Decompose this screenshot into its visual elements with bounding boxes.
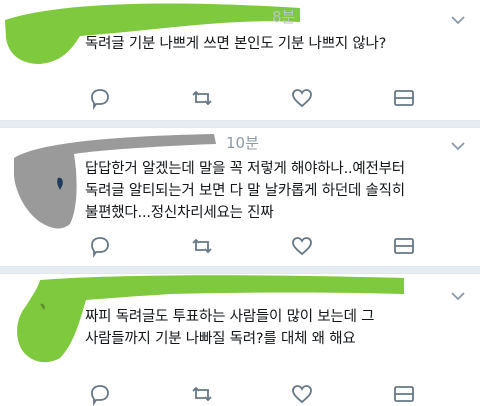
tweet-time: 8분 (272, 8, 296, 26)
message-icon[interactable] (392, 86, 416, 110)
like-icon[interactable] (290, 382, 314, 406)
chevron-down-icon[interactable] (450, 290, 466, 302)
retweet-icon[interactable] (190, 382, 214, 406)
tweet-1[interactable]: 8분 독려글 기분 나쁘게 쓰면 본인도 기분 나쁘지 않나? (0, 0, 480, 120)
message-icon[interactable] (392, 382, 416, 406)
tweet-2[interactable]: 10분 답답한거 알겠는데 말을 꼭 저렇게 해야하나..예전부터 독려글 알티… (0, 128, 480, 266)
reply-icon[interactable] (88, 382, 112, 406)
chevron-down-icon[interactable] (450, 140, 466, 152)
message-icon[interactable] (392, 234, 416, 258)
retweet-icon[interactable] (190, 86, 214, 110)
tweet-actions (0, 382, 480, 406)
tweet-text: 독려글 기분 나쁘게 쓰면 본인도 기분 나쁘지 않나? (85, 36, 387, 52)
tweet-time: 10분 (226, 134, 259, 152)
tweet-text: 답답한거 알겠는데 말을 꼭 저렇게 해야하나..예전부터 독려글 알티되는거 … (85, 161, 405, 221)
tweet-text: 짜피 독려글도 투표하는 사람들이 많이 보는데 그 사람들까지 기분 나빠질 … (85, 309, 375, 347)
like-icon[interactable] (290, 86, 314, 110)
chevron-down-icon[interactable] (450, 14, 466, 26)
divider (0, 266, 480, 274)
tweet-actions (0, 234, 480, 258)
like-icon[interactable] (290, 234, 314, 258)
retweet-icon[interactable] (190, 234, 214, 258)
reply-icon[interactable] (88, 234, 112, 258)
tweet-actions (0, 86, 480, 110)
reply-icon[interactable] (88, 86, 112, 110)
tweet-3[interactable]: 짜피 독려글도 투표하는 사람들이 많이 보는데 그 사람들까지 기분 나빠질 … (0, 274, 480, 406)
divider (0, 120, 480, 128)
